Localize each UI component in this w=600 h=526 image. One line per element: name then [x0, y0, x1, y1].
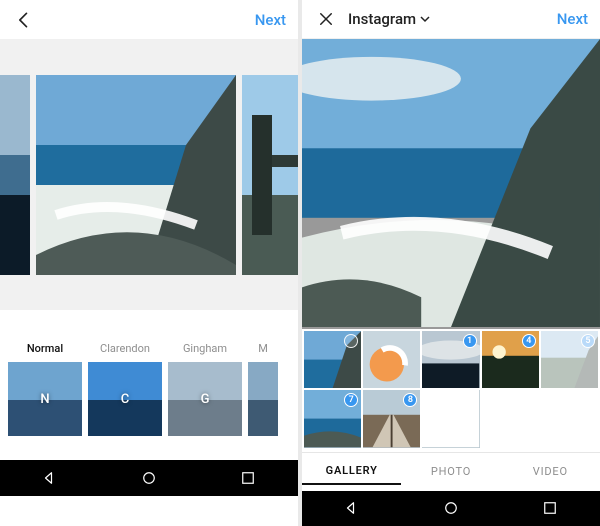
- gallery-item[interactable]: 5: [541, 331, 598, 388]
- gallery-item[interactable]: 8: [363, 390, 420, 447]
- gallery-item[interactable]: [304, 331, 361, 388]
- filter-label: Clarendon: [88, 342, 162, 356]
- android-navbar: [0, 460, 298, 496]
- filter-label: Gingham: [168, 342, 242, 356]
- selected-preview[interactable]: [302, 39, 600, 329]
- carousel-photo-prev[interactable]: [0, 75, 30, 275]
- carousel-photo-next[interactable]: [242, 75, 298, 275]
- filter-normal[interactable]: Normal N: [8, 342, 82, 436]
- nav-recent-icon[interactable]: [541, 499, 559, 517]
- gallery-item[interactable]: 1: [422, 331, 479, 388]
- close-button[interactable]: [314, 7, 338, 31]
- next-button[interactable]: Next: [255, 11, 286, 29]
- tab-gallery[interactable]: GALLERY: [302, 464, 401, 485]
- nav-recent-icon[interactable]: [239, 469, 257, 487]
- nav-home-icon[interactable]: [140, 469, 158, 487]
- filter-letter: G: [201, 392, 210, 407]
- select-badge: 4: [522, 334, 536, 348]
- photo-carousel[interactable]: [0, 40, 298, 310]
- source-picker[interactable]: Instagram: [348, 10, 557, 28]
- nav-back-icon[interactable]: [343, 499, 361, 517]
- carousel-photo-current[interactable]: [36, 75, 236, 275]
- header: Next: [0, 0, 298, 40]
- back-button[interactable]: [12, 8, 36, 32]
- filter-label: Normal: [8, 342, 82, 356]
- header: Instagram Next: [302, 0, 600, 39]
- nav-back-icon[interactable]: [41, 469, 59, 487]
- gallery-item[interactable]: 4: [482, 331, 539, 388]
- android-navbar: [302, 491, 600, 526]
- gallery-screen: Instagram Next: [302, 0, 600, 526]
- chevron-down-icon: [420, 14, 430, 24]
- tab-video[interactable]: VIDEO: [501, 465, 600, 478]
- gallery-grid: 1 4 5 7 8: [302, 329, 600, 451]
- filter-clarendon[interactable]: Clarendon C: [88, 342, 162, 436]
- source-tabs: GALLERY PHOTO VIDEO: [302, 452, 600, 491]
- filter-letter: N: [40, 392, 49, 407]
- filter-more[interactable]: M: [248, 342, 278, 436]
- nav-home-icon[interactable]: [442, 499, 460, 517]
- next-button[interactable]: Next: [557, 10, 588, 28]
- select-badge: 1: [463, 334, 477, 348]
- filter-gingham[interactable]: Gingham G: [168, 342, 242, 436]
- filter-screen: Next: [0, 0, 298, 526]
- gallery-item[interactable]: 7: [304, 390, 361, 447]
- gallery-item[interactable]: [422, 390, 479, 447]
- source-label: Instagram: [348, 10, 416, 28]
- gallery-item[interactable]: [363, 331, 420, 388]
- filter-strip[interactable]: Normal N Clarendon C Gingham G: [0, 310, 298, 460]
- filter-letter: C: [121, 392, 130, 407]
- filter-label: M: [248, 342, 278, 356]
- tab-photo[interactable]: PHOTO: [401, 465, 500, 478]
